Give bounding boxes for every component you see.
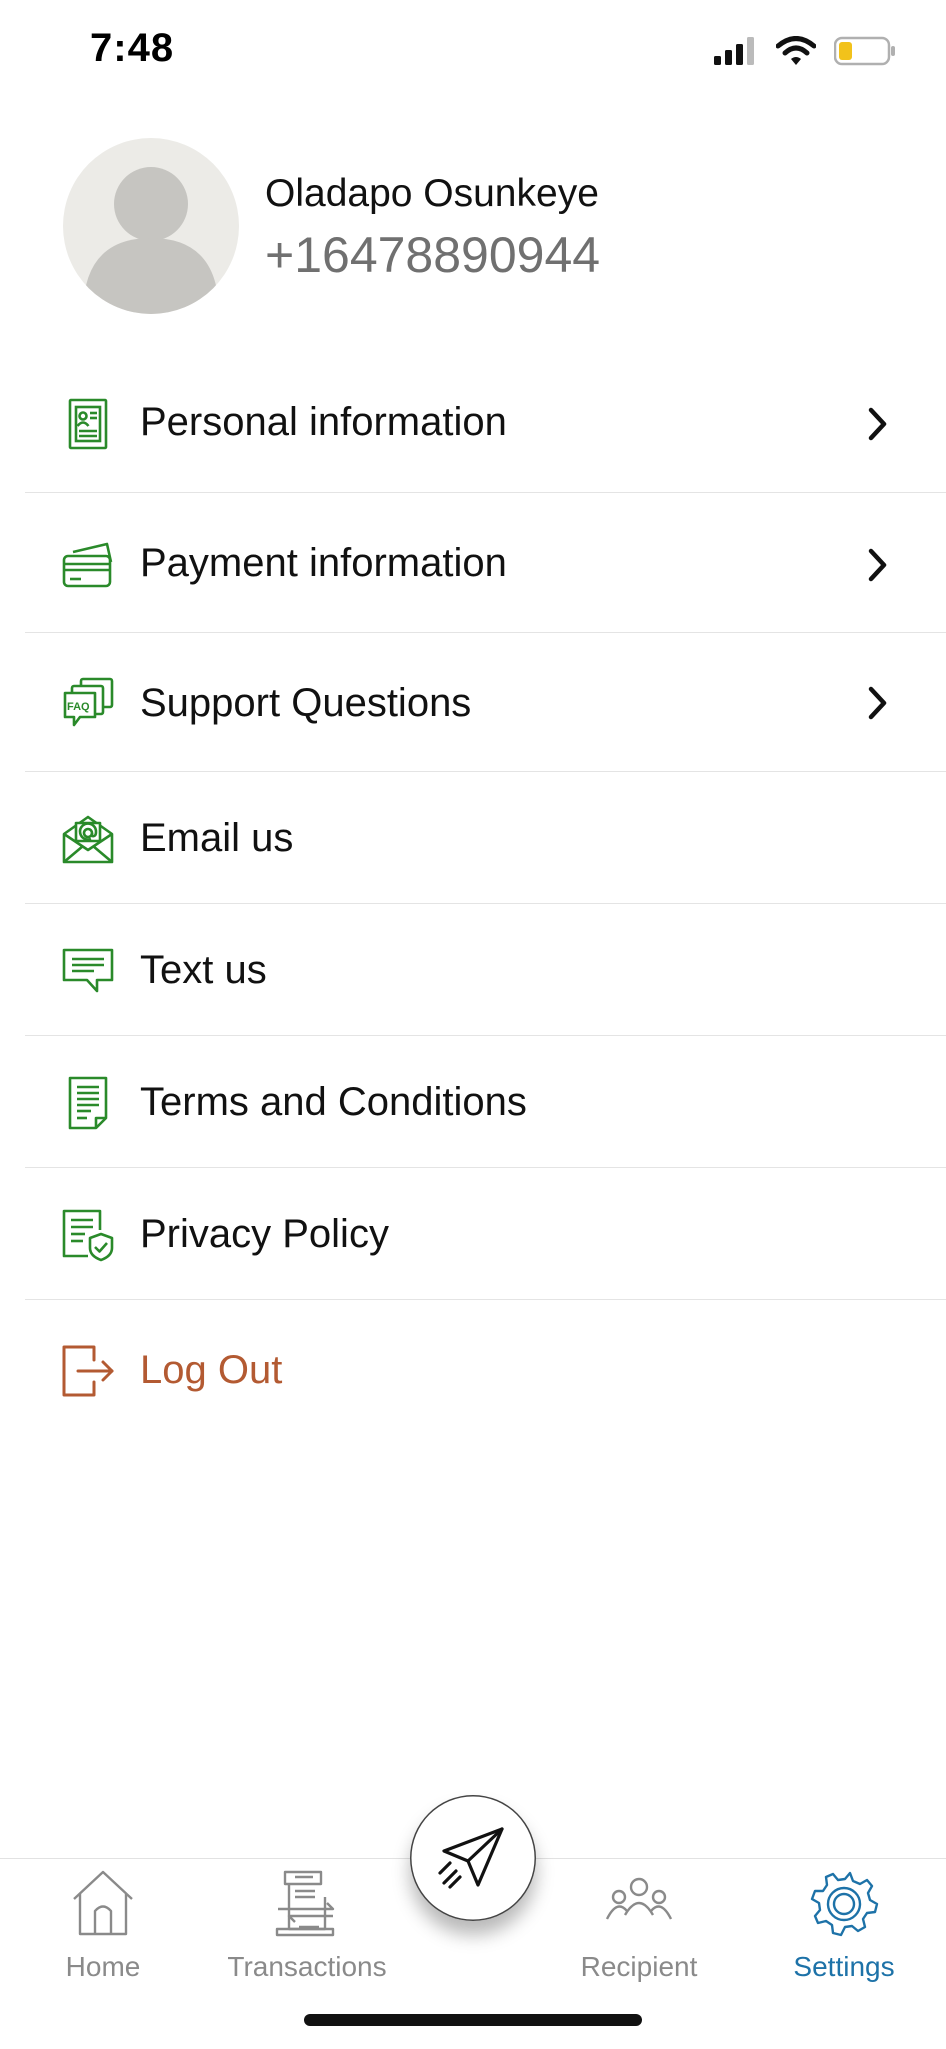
menu-item-support-questions[interactable]: FAQ Support Questions	[25, 633, 946, 772]
home-icon	[70, 1869, 136, 1942]
faq-icon: FAQ	[61, 677, 115, 731]
status-time: 7:48	[90, 26, 175, 70]
credit-card-icon	[61, 538, 115, 592]
profile-header: Oladapo Osunkeye +16478890944	[63, 138, 883, 316]
menu-item-privacy-policy[interactable]: Privacy Policy	[25, 1168, 946, 1300]
battery-icon	[833, 36, 896, 71]
menu-item-label: Email us	[140, 816, 294, 860]
wifi-icon	[775, 36, 817, 71]
menu-item-payment-information[interactable]: Payment information	[25, 493, 946, 633]
menu-item-terms-and-conditions[interactable]: Terms and Conditions	[25, 1036, 946, 1168]
menu-item-email-us[interactable]: Email us	[25, 772, 946, 904]
avatar[interactable]	[63, 138, 239, 314]
email-icon	[61, 812, 115, 866]
menu-item-label: Terms and Conditions	[140, 1080, 527, 1124]
transactions-icon	[275, 1869, 339, 1942]
people-icon	[605, 1877, 673, 1932]
menu-item-label: Personal information	[140, 400, 507, 444]
menu-item-label: Privacy Policy	[140, 1212, 389, 1256]
menu-item-personal-information[interactable]: Personal information	[25, 352, 946, 493]
menu-item-label: Payment information	[140, 541, 507, 585]
menu-item-label: Support Questions	[140, 681, 472, 725]
menu-item-log-out[interactable]: Log Out	[25, 1300, 946, 1440]
document-icon	[61, 1076, 115, 1130]
chevron-right-icon	[863, 406, 891, 442]
nav-label: Home	[65, 1951, 141, 1982]
nav-label: Settings	[793, 1951, 895, 1982]
nav-recipient[interactable]: Recipient	[570, 1859, 708, 1989]
home-indicator	[304, 2014, 642, 2026]
send-money-button[interactable]	[410, 1795, 536, 1921]
profile-phone: +16478890944	[265, 227, 601, 283]
signal-icon	[714, 37, 758, 70]
menu-item-label: Text us	[140, 948, 267, 992]
status-bar: 7:48	[0, 0, 946, 104]
profile-name: Oladapo Osunkeye	[265, 172, 599, 215]
status-icons	[714, 36, 896, 71]
svg-text:FAQ: FAQ	[67, 701, 90, 713]
user-silhouette-icon	[83, 167, 219, 314]
shield-document-icon	[61, 1208, 115, 1262]
menu-item-label: Log Out	[140, 1348, 283, 1392]
chevron-right-icon	[863, 547, 891, 583]
nav-label: Transactions	[227, 1951, 387, 1982]
gear-icon	[809, 1869, 879, 1944]
logout-icon	[61, 1344, 115, 1398]
id-card-icon	[61, 397, 115, 451]
nav-label: Recipient	[580, 1951, 698, 1982]
menu-item-text-us[interactable]: Text us	[25, 904, 946, 1036]
chat-icon	[61, 944, 115, 998]
paper-plane-icon	[438, 1827, 504, 1889]
nav-home[interactable]: Home	[48, 1859, 158, 1989]
chevron-right-icon	[863, 685, 891, 721]
nav-settings[interactable]: Settings	[782, 1859, 906, 1989]
nav-transactions[interactable]: Transactions	[217, 1859, 397, 1989]
